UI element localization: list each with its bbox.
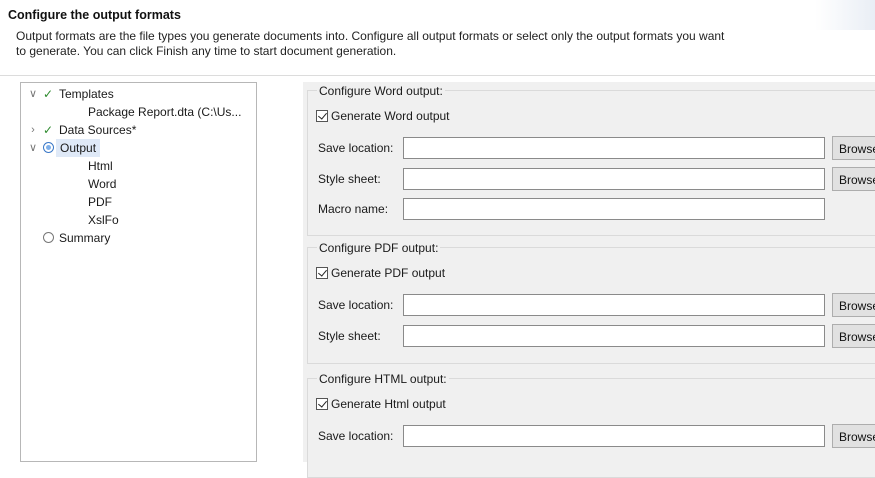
word-save-location-browse-button[interactable]: Browse <box>832 136 875 160</box>
checkmark-icon: ✓ <box>42 123 54 137</box>
page-title: Configure the output formats <box>8 8 181 22</box>
pdf-save-location-browse-button[interactable]: Browse <box>832 293 875 317</box>
page-header: Configure the output formats Output form… <box>0 0 875 76</box>
description-line-2: to generate. You can click Finish any ti… <box>16 44 397 58</box>
chevron-down-icon[interactable]: ∨ <box>27 139 39 157</box>
page-description: Output formats are the file types you ge… <box>16 29 836 59</box>
tree-item-label: Summary <box>59 231 111 245</box>
generate-pdf-checkbox[interactable]: Generate PDF output <box>316 265 445 281</box>
tree-child-html[interactable]: Html <box>88 157 113 175</box>
html-save-location-label: Save location: <box>318 429 394 443</box>
html-group-title: Configure HTML output: <box>317 372 449 386</box>
html-output-group: Configure HTML output: Generate Html out… <box>307 372 875 478</box>
chevron-down-icon[interactable]: ∨ <box>27 85 39 103</box>
pdf-save-location-label: Save location: <box>318 298 394 312</box>
generate-html-label: Generate Html output <box>331 397 446 411</box>
word-save-location-label: Save location: <box>318 141 394 155</box>
radio-selected-icon <box>41 139 55 157</box>
output-config-panel: Configure Word output: Generate Word out… <box>303 82 875 478</box>
tree-item-label: Output <box>56 139 101 157</box>
word-save-location-input[interactable] <box>403 137 825 159</box>
word-style-sheet-browse-button[interactable]: Browse <box>832 167 875 191</box>
checkbox-checked-icon[interactable] <box>316 267 328 279</box>
pdf-output-group: Configure PDF output: Generate PDF outpu… <box>307 241 875 364</box>
html-save-location-browse-button[interactable]: Browse <box>832 424 875 448</box>
pdf-style-sheet-input[interactable] <box>403 325 825 347</box>
checkmark-icon: ✓ <box>42 87 54 101</box>
tree-item-summary[interactable]: Summary <box>27 229 247 247</box>
tree-child-pdf[interactable]: PDF <box>88 193 112 211</box>
word-output-group: Configure Word output: Generate Word out… <box>307 84 875 236</box>
tree-item-data-sources[interactable]: › ✓ Data Sources* <box>27 121 247 139</box>
word-style-sheet-input[interactable] <box>403 168 825 190</box>
header-gradient <box>815 0 875 30</box>
generate-word-checkbox[interactable]: Generate Word output <box>316 108 450 124</box>
tree-item-label: Data Sources* <box>59 123 137 137</box>
word-style-sheet-label: Style sheet: <box>318 172 381 186</box>
wizard-step-tree: ∨ ✓ Templates Package Report.dta (C:\Us.… <box>20 82 257 462</box>
checkbox-checked-icon[interactable] <box>316 110 328 122</box>
tree-child-word[interactable]: Word <box>88 175 116 193</box>
word-macro-name-input[interactable] <box>403 198 825 220</box>
pdf-save-location-input[interactable] <box>403 294 825 316</box>
generate-word-label: Generate Word output <box>331 109 450 123</box>
tree-item-label: Templates <box>59 87 114 101</box>
checkbox-checked-icon[interactable] <box>316 398 328 410</box>
word-macro-name-label: Macro name: <box>318 202 389 216</box>
description-line-1: Output formats are the file types you ge… <box>16 29 725 43</box>
html-save-location-input[interactable] <box>403 425 825 447</box>
tree-item-output[interactable]: ∨ Output <box>27 139 247 157</box>
radio-empty-icon <box>41 229 55 247</box>
generate-pdf-label: Generate PDF output <box>331 266 446 280</box>
tree-child-xslfo[interactable]: XslFo <box>88 211 119 229</box>
word-group-title: Configure Word output: <box>317 84 445 98</box>
tree-child-template-file[interactable]: Package Report.dta (C:\Us... <box>88 103 241 121</box>
pdf-style-sheet-browse-button[interactable]: Browse <box>832 324 875 348</box>
pdf-group-title: Configure PDF output: <box>317 241 441 255</box>
chevron-right-icon[interactable]: › <box>27 121 39 139</box>
tree-item-templates[interactable]: ∨ ✓ Templates <box>27 85 247 103</box>
pdf-style-sheet-label: Style sheet: <box>318 329 381 343</box>
generate-html-checkbox[interactable]: Generate Html output <box>316 396 446 412</box>
